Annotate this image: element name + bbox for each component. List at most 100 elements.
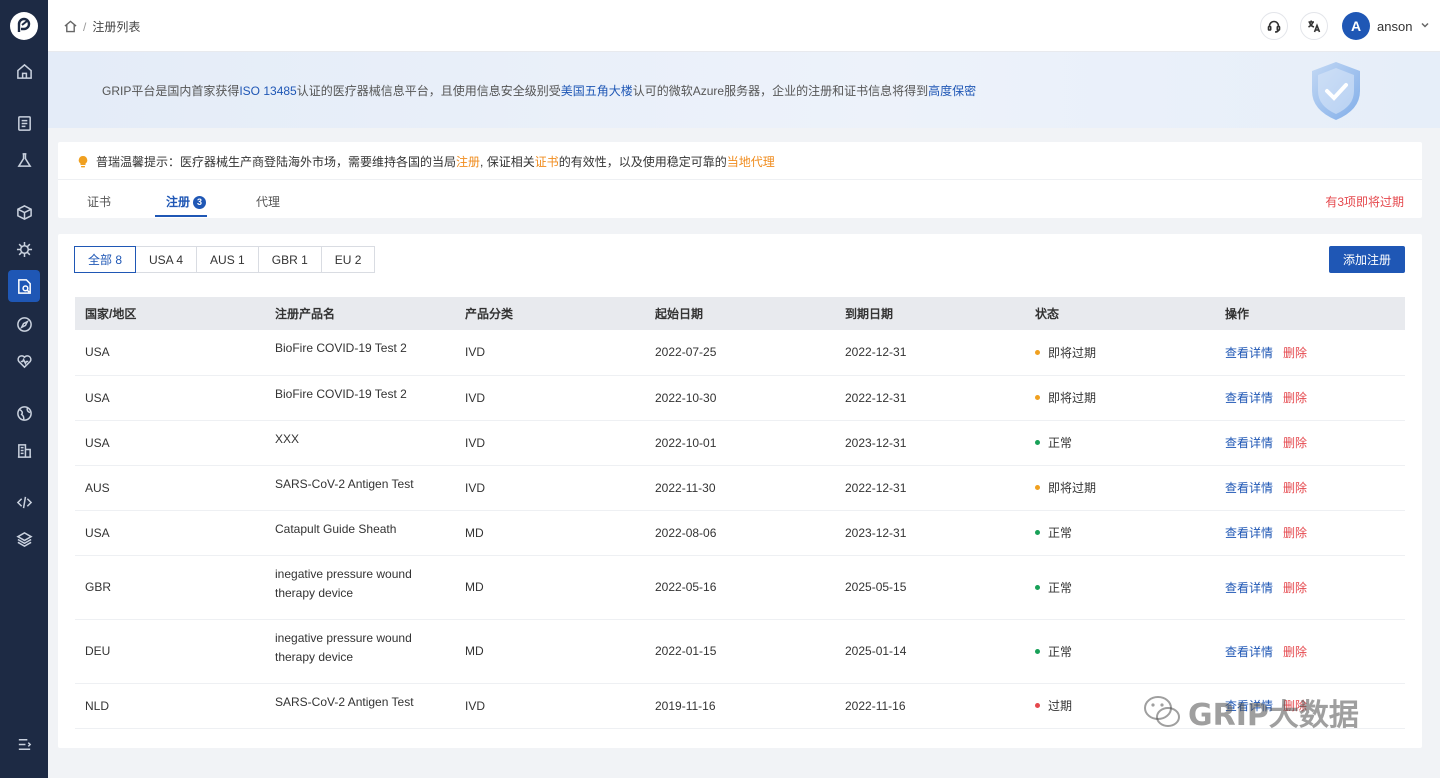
tip-highlight-certificate: 证书: [534, 155, 559, 169]
chevron-down-icon[interactable]: [1420, 19, 1430, 29]
filter-gbr[interactable]: GBR 1: [257, 246, 322, 273]
translate-icon[interactable]: [1300, 12, 1328, 40]
view-details-link[interactable]: 查看详情: [1225, 645, 1273, 659]
registration-icon[interactable]: [8, 270, 40, 302]
delete-link[interactable]: 删除: [1283, 581, 1307, 595]
code-icon[interactable]: [8, 486, 40, 518]
cell-actions: 查看详情 删除: [1215, 510, 1405, 556]
cell-start-date: 2022-07-25: [645, 330, 835, 376]
cell-actions: 查看详情 删除: [1215, 420, 1405, 466]
globe-icon[interactable]: [8, 397, 40, 429]
cell-end-date: 2022-11-16: [835, 683, 1025, 729]
delete-link[interactable]: 删除: [1283, 526, 1307, 540]
cell-end-date: 2022-12-31: [835, 375, 1025, 421]
cell-end-date: 2023-12-31: [835, 510, 1025, 556]
cell-start-date: 2022-10-30: [645, 375, 835, 421]
table-header-row: 国家/地区 注册产品名 产品分类 起始日期 到期日期 状态 操作: [75, 297, 1405, 330]
table-row: DEU inegative pressure wound therapy devic…: [75, 619, 1405, 684]
virus-icon[interactable]: [8, 233, 40, 265]
tab-registrations[interactable]: 注册 3: [166, 193, 207, 210]
product-name-line: therapy device: [275, 649, 354, 664]
filter-usa[interactable]: USA 4: [135, 246, 198, 273]
view-details-link[interactable]: 查看详情: [1225, 346, 1273, 360]
view-details-link[interactable]: 查看详情: [1225, 391, 1273, 405]
flask-icon[interactable]: [8, 144, 40, 176]
building-icon[interactable]: [8, 434, 40, 466]
delete-link[interactable]: 删除: [1283, 481, 1307, 495]
filter-eu[interactable]: EU 2: [320, 246, 376, 273]
registration-list-card: 全部 8 USA 4 AUS 1 GBR 1 EU 2 添加注册 国家/地区 注…: [58, 234, 1422, 748]
cell-start-date: 2022-08-06: [645, 510, 835, 556]
status-text: 即将过期: [1048, 481, 1097, 495]
column-header-country[interactable]: 国家/地区: [75, 297, 265, 330]
breadcrumb-separator: /: [83, 19, 87, 34]
delete-link[interactable]: 删除: [1283, 391, 1307, 405]
product-name-line: BioFire COVID-19 Test 2: [275, 386, 407, 401]
delete-link[interactable]: 删除: [1283, 436, 1307, 450]
status-dot-icon: [1035, 648, 1040, 654]
menu-collapse-icon[interactable]: [8, 728, 40, 760]
document-list-icon[interactable]: [8, 107, 40, 139]
top-bar: / 注册列表 A anson: [48, 0, 1440, 52]
delete-link[interactable]: 删除: [1283, 699, 1307, 713]
status-text: 即将过期: [1048, 391, 1097, 405]
column-header-category[interactable]: 产品分类: [455, 297, 645, 330]
view-details-link[interactable]: 查看详情: [1225, 581, 1273, 595]
layers-icon[interactable]: [8, 523, 40, 555]
cell-country: USA: [75, 330, 265, 376]
column-header-status[interactable]: 状态: [1025, 297, 1215, 330]
grip-logo-icon[interactable]: [10, 12, 38, 40]
tip-highlight-registration: 注册: [456, 155, 481, 169]
status-text: 正常: [1048, 526, 1073, 540]
add-registration-button[interactable]: 添加注册: [1329, 246, 1405, 273]
status-dot-icon: [1035, 485, 1040, 490]
filter-aus[interactable]: AUS 1: [196, 246, 259, 273]
heart-pulse-icon[interactable]: [8, 345, 40, 377]
support-headset-icon[interactable]: [1260, 12, 1288, 40]
status-dot-icon: [1035, 349, 1040, 355]
status-dot-icon: [1035, 584, 1040, 590]
cube-icon[interactable]: [8, 196, 40, 228]
home-icon[interactable]: [8, 55, 40, 87]
view-details-link[interactable]: 查看详情: [1225, 481, 1273, 495]
banner-text: GRIP平台是国内首家获得ISO 13485认证的医疗器械信息平台，且使用信息安…: [102, 82, 976, 99]
cell-category: IVD: [455, 375, 645, 421]
avatar[interactable]: A: [1342, 12, 1370, 40]
filter-all[interactable]: 全部 8: [74, 246, 137, 273]
cell-start-date: 2022-11-30: [645, 465, 835, 511]
cell-status: 正常: [1025, 510, 1215, 556]
cell-category: IVD: [455, 465, 645, 511]
cell-actions: 查看详情 删除: [1215, 683, 1405, 729]
banner-highlight-iso: ISO 13485: [239, 84, 297, 98]
sidebar: [0, 0, 48, 778]
column-header-end-date[interactable]: 到期日期: [835, 297, 1025, 330]
column-header-actions[interactable]: 操作: [1215, 297, 1405, 330]
compass-icon[interactable]: [8, 308, 40, 340]
view-details-link[interactable]: 查看详情: [1225, 526, 1273, 540]
view-details-link[interactable]: 查看详情: [1225, 699, 1273, 713]
cell-actions: 查看详情 删除: [1215, 330, 1405, 376]
divider: [58, 179, 1422, 180]
column-header-product-name[interactable]: 注册产品名: [265, 297, 455, 330]
view-details-link[interactable]: 查看详情: [1225, 436, 1273, 450]
cell-category: IVD: [455, 330, 645, 376]
tab-agents[interactable]: 代理: [256, 193, 280, 210]
status-text: 即将过期: [1048, 345, 1097, 360]
tab-certificates[interactable]: 证书: [87, 193, 111, 210]
cell-product-name: Catapult Guide Sheath: [265, 510, 455, 556]
cell-product-name: SARS-CoV-2 Antigen Test: [265, 465, 455, 511]
delete-link[interactable]: 删除: [1283, 645, 1307, 659]
cell-status: 正常: [1025, 619, 1215, 684]
column-header-start-date[interactable]: 起始日期: [645, 297, 835, 330]
cell-category: MD: [455, 510, 645, 556]
cell-status: 即将过期: [1025, 375, 1215, 421]
cell-start-date: 2022-01-15: [645, 619, 835, 684]
cell-actions: 查看详情 删除: [1215, 555, 1405, 620]
username[interactable]: anson: [1377, 19, 1412, 34]
banner-highlight-confidential: 高度保密: [928, 84, 977, 98]
delete-link[interactable]: 删除: [1283, 346, 1307, 360]
product-name-line: SARS-CoV-2 Antigen Test: [275, 476, 414, 491]
tip-message: 普瑞温馨提示：医疗器械生产商登陆海外市场，需要维持各国的当局注册, 保证相关证书…: [76, 153, 775, 170]
status-dot-icon: [1035, 395, 1040, 400]
home-breadcrumb-icon[interactable]: [64, 20, 77, 33]
